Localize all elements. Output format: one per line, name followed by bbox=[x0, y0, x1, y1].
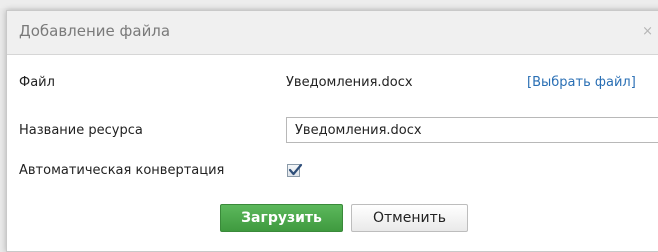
auto-convert-label: Автоматическая конвертация bbox=[19, 163, 225, 178]
file-name-value: Уведомления.docx bbox=[286, 75, 413, 90]
add-file-dialog: Добавление файла × Файл Уведомления.docx… bbox=[6, 10, 658, 252]
upload-button[interactable]: Загрузить bbox=[220, 204, 343, 232]
file-label: Файл bbox=[19, 75, 55, 90]
dialog-titlebar: Добавление файла × bbox=[7, 11, 658, 55]
auto-convert-checkbox[interactable] bbox=[287, 163, 303, 177]
cancel-button[interactable]: Отменить bbox=[351, 204, 468, 232]
checkmark-icon bbox=[288, 163, 303, 176]
resource-name-input[interactable]: Уведомления.docx bbox=[286, 117, 658, 143]
background-strip bbox=[0, 0, 658, 8]
dialog-title: Добавление файла bbox=[19, 22, 171, 40]
close-icon[interactable]: × bbox=[642, 24, 653, 39]
resource-name-input-value: Уведомления.docx bbox=[295, 123, 422, 138]
choose-file-link[interactable]: [Выбрать файл] bbox=[527, 75, 636, 90]
resource-name-label: Название ресурса bbox=[19, 123, 143, 138]
